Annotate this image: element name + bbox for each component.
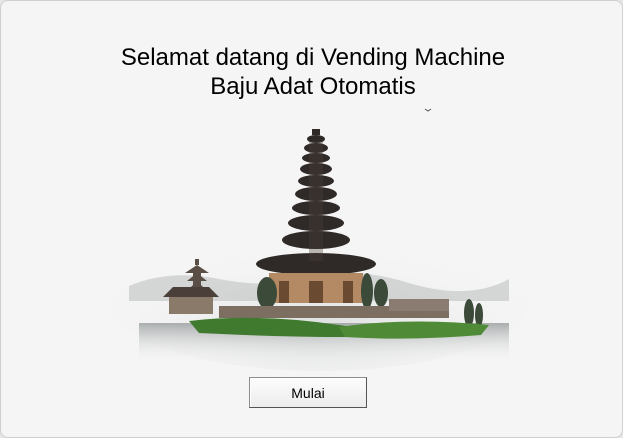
welcome-title: Selamat datang di Vending Machine Baju A… [63,43,563,101]
welcome-title-line-1: Selamat datang di Vending Machine [120,44,506,71]
pura-temple-icon [109,108,529,371]
start-button[interactable]: Mulai [249,377,367,408]
app-window: Selamat datang di Vending Machine Baju A… [0,0,623,438]
temple-image [109,101,529,371]
welcome-title-line-2: Baju Adat Otomatis [210,73,416,100]
